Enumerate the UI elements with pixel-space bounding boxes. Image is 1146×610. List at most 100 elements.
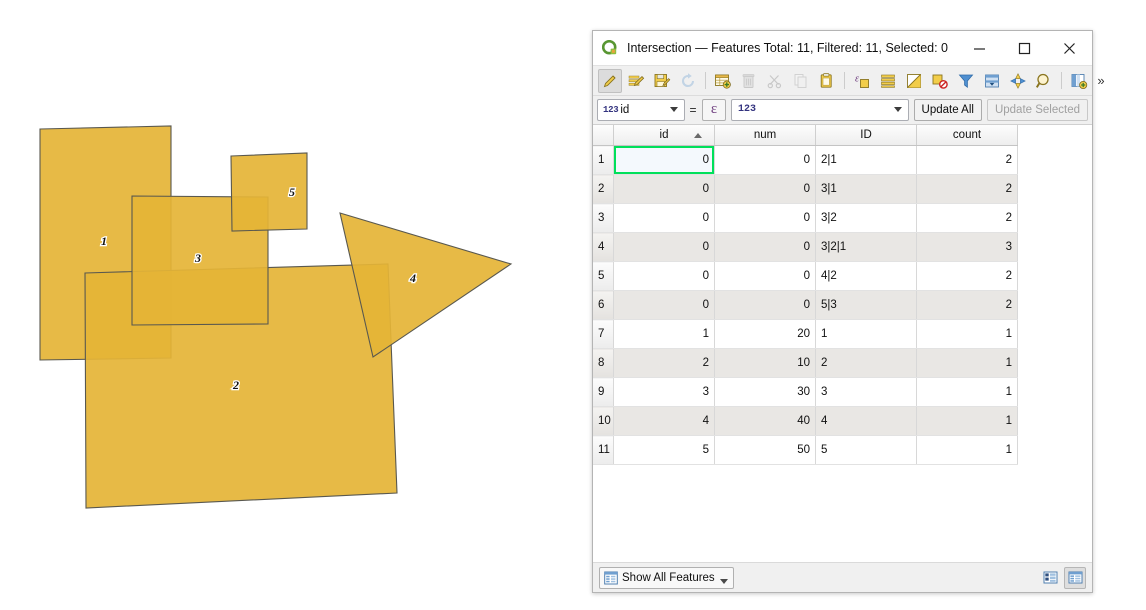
deselect-all-button[interactable] [928, 69, 952, 93]
row-header[interactable]: 8 [593, 348, 614, 378]
paste-features-button[interactable] [815, 69, 839, 93]
save-edits-button[interactable] [650, 69, 674, 93]
row-header[interactable]: 1 [593, 145, 614, 175]
table-row[interactable]: 7 1 20 1 1 [593, 319, 1018, 349]
move-selection-to-top-button[interactable] [980, 69, 1004, 93]
cell-count[interactable]: 2 [916, 290, 1018, 320]
table-row[interactable]: 6 0 0 5|3 2 [593, 290, 1018, 320]
cell-num[interactable]: 0 [714, 290, 816, 320]
cell-id[interactable]: 3 [613, 377, 715, 407]
cell-ID[interactable]: 4 [815, 406, 917, 436]
filter-selection-button[interactable] [954, 69, 978, 93]
cell-id[interactable]: 5 [613, 435, 715, 465]
reload-table-button[interactable] [676, 69, 700, 93]
row-header[interactable]: 11 [593, 435, 614, 465]
column-header-id[interactable]: id [613, 125, 715, 146]
expression-builder-button[interactable]: ε [702, 98, 726, 121]
table-row[interactable]: 5 0 0 4|2 2 [593, 261, 1018, 291]
table-row[interactable]: 8 2 10 2 1 [593, 348, 1018, 378]
window-title-bar[interactable]: Intersection — Features Total: 11, Filte… [593, 31, 1092, 66]
table-row[interactable]: 1 0 0 2|1 2 [593, 145, 1018, 175]
toolbar-overflow-button[interactable]: » [1092, 73, 1110, 88]
row-header[interactable]: 6 [593, 290, 614, 320]
cell-ID[interactable]: 4|2 [815, 261, 917, 291]
table-row[interactable]: 4 0 0 3|2|1 3 [593, 232, 1018, 262]
update-all-button[interactable]: Update All [913, 98, 982, 121]
select-all-button[interactable] [876, 69, 900, 93]
cell-ID[interactable]: 3|1 [815, 174, 917, 204]
invert-selection-button[interactable] [902, 69, 926, 93]
attribute-table[interactable]: id num ID count 1 0 0 2|1 2 2 0 0 3|1 2 … [593, 124, 1092, 562]
map-canvas[interactable]: 1 2 3 4 5 [0, 0, 580, 610]
cell-num[interactable]: 0 [714, 145, 816, 175]
cell-num[interactable]: 0 [714, 174, 816, 204]
row-header[interactable]: 7 [593, 319, 614, 349]
toggle-editing-button[interactable] [598, 68, 622, 93]
table-row[interactable]: 9 3 30 3 1 [593, 377, 1018, 407]
new-field-button[interactable] [1067, 69, 1091, 93]
cell-num[interactable]: 0 [714, 203, 816, 233]
row-header[interactable]: 10 [593, 406, 614, 436]
cell-count[interactable]: 1 [916, 406, 1018, 436]
cell-count[interactable]: 2 [916, 203, 1018, 233]
cell-num[interactable]: 30 [714, 377, 816, 407]
cell-num[interactable]: 40 [714, 406, 816, 436]
multi-edit-button[interactable] [624, 69, 648, 93]
column-header-ID[interactable]: ID [815, 125, 917, 146]
cell-ID[interactable]: 5 [815, 435, 917, 465]
delete-selected-button[interactable] [737, 69, 761, 93]
form-view-button[interactable] [1039, 567, 1061, 589]
cell-count[interactable]: 3 [916, 232, 1018, 262]
cut-features-button[interactable] [763, 69, 787, 93]
cell-num[interactable]: 0 [714, 261, 816, 291]
table-row[interactable]: 10 4 40 4 1 [593, 406, 1018, 436]
cell-num[interactable]: 50 [714, 435, 816, 465]
table-row[interactable]: 2 0 0 3|1 2 [593, 174, 1018, 204]
value-input[interactable]: 123 [731, 98, 909, 121]
table-view-button[interactable] [1064, 566, 1086, 589]
add-feature-button[interactable] [711, 69, 735, 93]
minimize-button[interactable] [957, 31, 1002, 65]
column-header-count[interactable]: count [916, 125, 1018, 146]
cell-count[interactable]: 2 [916, 174, 1018, 204]
column-header-num[interactable]: num [714, 125, 816, 146]
map-polygon-5[interactable] [230, 152, 308, 232]
cell-ID[interactable]: 3|2 [815, 203, 917, 233]
cell-count[interactable]: 1 [916, 435, 1018, 465]
cell-count[interactable]: 1 [916, 377, 1018, 407]
cell-count[interactable]: 2 [916, 145, 1018, 175]
cell-ID[interactable]: 5|3 [815, 290, 917, 320]
zoom-to-selection-button[interactable] [1032, 69, 1056, 93]
close-button[interactable] [1047, 31, 1092, 65]
cell-num[interactable]: 20 [714, 319, 816, 349]
copy-features-button[interactable] [789, 69, 813, 93]
cell-ID[interactable]: 3|2|1 [815, 232, 917, 262]
cell-id[interactable]: 1 [613, 319, 715, 349]
cell-ID[interactable]: 2 [815, 348, 917, 378]
cell-id[interactable]: 0 [613, 290, 715, 320]
row-header[interactable]: 3 [593, 203, 614, 233]
cell-id[interactable]: 0 [613, 261, 715, 291]
table-row[interactable]: 3 0 0 3|2 2 [593, 203, 1018, 233]
show-all-features-button[interactable]: Show All Features [599, 566, 734, 589]
cell-id[interactable]: 0 [613, 174, 715, 204]
field-select[interactable]: 123 id [597, 98, 685, 121]
cell-id[interactable]: 4 [613, 406, 715, 436]
cell-ID[interactable]: 3 [815, 377, 917, 407]
pan-to-selection-button[interactable] [1006, 69, 1030, 93]
cell-num[interactable]: 0 [714, 232, 816, 262]
cell-count[interactable]: 1 [916, 319, 1018, 349]
maximize-button[interactable] [1002, 31, 1047, 65]
cell-ID[interactable]: 1 [815, 319, 917, 349]
table-row[interactable]: 11 5 50 5 1 [593, 435, 1018, 465]
cell-id[interactable]: 2 [613, 348, 715, 378]
row-header[interactable]: 2 [593, 174, 614, 204]
cell-ID[interactable]: 2|1 [815, 145, 917, 175]
table-corner-header[interactable] [593, 125, 614, 146]
row-header[interactable]: 4 [593, 232, 614, 262]
cell-count[interactable]: 1 [916, 348, 1018, 378]
cell-id-selected[interactable]: 0 [613, 145, 715, 175]
row-header[interactable]: 5 [593, 261, 614, 291]
row-header[interactable]: 9 [593, 377, 614, 407]
cell-count[interactable]: 2 [916, 261, 1018, 291]
